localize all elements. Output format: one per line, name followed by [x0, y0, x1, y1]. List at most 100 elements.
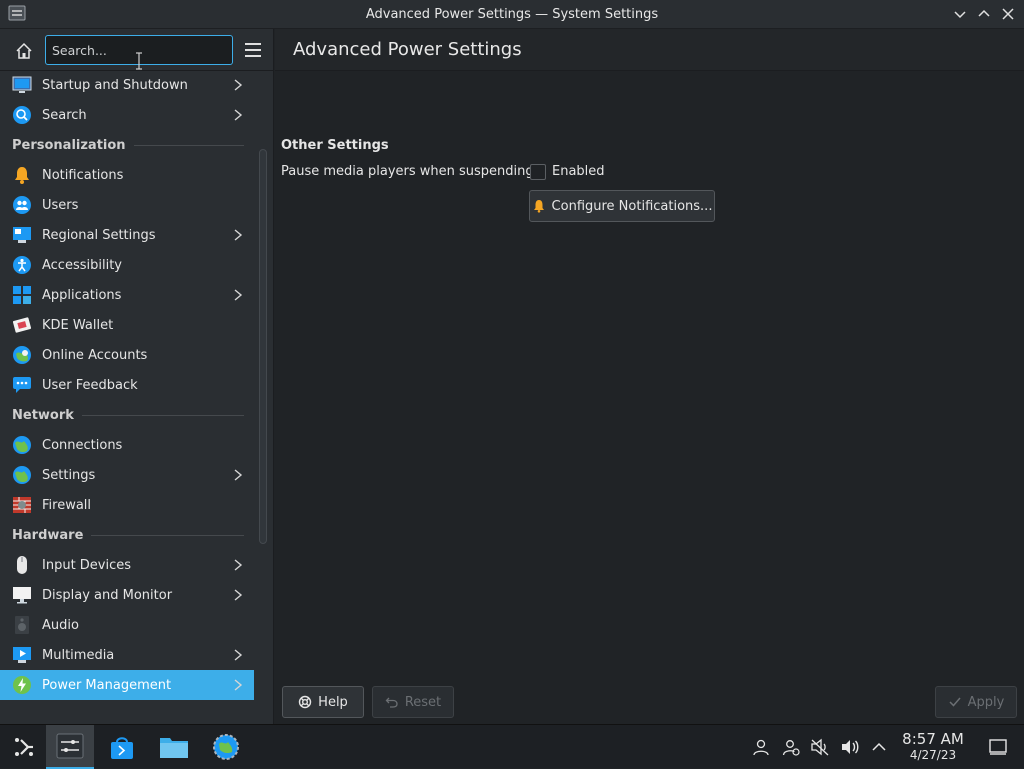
pause-media-label: Pause media players when suspending:	[281, 164, 539, 179]
sidebar-item-users[interactable]: Users	[0, 190, 254, 220]
sidebar-item-label: Notifications	[42, 167, 124, 183]
sidebar-item-label: Startup and Shutdown	[42, 77, 188, 93]
wallet-icon	[12, 315, 32, 335]
sidebar-item-label: Search	[42, 107, 87, 123]
sidebar-item-power-management[interactable]: Power Management	[0, 670, 254, 700]
power-icon	[12, 675, 32, 695]
folder-icon	[160, 738, 188, 758]
sidebar-item-input-devices[interactable]: Input Devices	[0, 550, 254, 580]
hamburger-line	[245, 55, 261, 57]
sidebar-item-accessibility[interactable]: Accessibility	[0, 250, 254, 280]
help-label: Help	[318, 694, 348, 710]
taskbar: 8:57 AM 4/27/23	[0, 724, 1024, 769]
sidebar-item-label: Users	[42, 197, 79, 213]
sidebar-item-label: Input Devices	[42, 557, 132, 573]
tray-expander[interactable]	[868, 725, 890, 769]
apply-button[interactable]: Apply	[935, 686, 1017, 718]
main-header: Advanced Power Settings	[275, 29, 1024, 71]
sidebar-item-user-feedback[interactable]: User Feedback	[0, 370, 254, 400]
bell-icon	[533, 200, 544, 213]
window-title: Advanced Power Settings — System Setting…	[365, 6, 659, 22]
sidebar-item-applications[interactable]: Applications	[0, 280, 254, 310]
sidebar-item-settings[interactable]: Settings	[0, 460, 254, 490]
sidebar-item-label: User Feedback	[42, 377, 138, 393]
configure-notifications-label: Configure Notifications...	[551, 198, 713, 214]
system-settings-icon	[8, 5, 26, 21]
home-icon	[16, 42, 32, 59]
taskbar-discover[interactable]	[98, 725, 146, 769]
section-divider	[134, 145, 244, 146]
tray-volume[interactable]	[838, 725, 862, 769]
title-bar: Advanced Power Settings — System Setting…	[0, 0, 1024, 29]
tray-accounts[interactable]	[780, 725, 802, 769]
sidebar-section-header: Hardware	[0, 520, 254, 550]
section-divider	[82, 415, 244, 416]
show-desktop-button[interactable]	[986, 725, 1010, 769]
sidebar-item-label: Regional Settings	[42, 227, 156, 243]
hamburger-menu-button[interactable]	[242, 39, 264, 61]
user-status-icon	[782, 740, 800, 756]
taskbar-system-settings[interactable]	[46, 725, 94, 769]
feedback-icon	[12, 375, 32, 395]
reset-label: Reset	[404, 694, 442, 710]
configure-notifications-button[interactable]: Configure Notifications...	[529, 190, 715, 222]
application-launcher-button[interactable]	[0, 725, 48, 769]
tray-audio-muted[interactable]	[808, 725, 832, 769]
sidebar: ShortcutsStartup and ShutdownSearchPerso…	[0, 29, 274, 724]
chevron-up-icon	[872, 742, 886, 751]
sidebar-item-label: Power Management	[42, 677, 172, 693]
regional-icon	[12, 225, 32, 245]
sidebar-scrollbar[interactable]	[259, 149, 267, 544]
taskbar-dolphin[interactable]	[150, 725, 198, 769]
help-button[interactable]: Help	[282, 686, 364, 718]
startup-icon	[12, 75, 32, 95]
sidebar-item-search[interactable]: Search	[0, 100, 254, 130]
sidebar-item-kde-wallet[interactable]: KDE Wallet	[0, 310, 254, 340]
enabled-label[interactable]: Enabled	[552, 164, 605, 179]
sidebar-item-label: Connections	[42, 437, 123, 453]
apply-label: Apply	[967, 694, 1005, 710]
sidebar-item-regional-settings[interactable]: Regional Settings	[0, 220, 254, 250]
reset-button[interactable]: Reset	[372, 686, 454, 718]
pause-media-checkbox[interactable]	[530, 164, 546, 180]
sidebar-item-connections[interactable]: Connections	[0, 430, 254, 460]
tray-user-switcher[interactable]	[750, 725, 772, 769]
close-button[interactable]	[998, 4, 1018, 24]
sidebar-item-firewall[interactable]: Firewall	[0, 490, 254, 520]
sidebar-section-header: Network	[0, 400, 254, 430]
sidebar-item-label: Firewall	[42, 497, 92, 513]
minimize-button[interactable]	[950, 4, 970, 24]
sidebar-section-title: Network	[12, 407, 74, 423]
undo-icon	[385, 697, 398, 708]
sidebar-item-label: KDE Wallet	[42, 317, 114, 333]
show-desktop-icon	[989, 739, 1007, 755]
steamdeck-launcher-icon	[15, 738, 33, 756]
sidebar-item-multimedia[interactable]: Multimedia	[0, 640, 254, 670]
page-title: Advanced Power Settings	[293, 39, 522, 60]
sidebar-item-label: Applications	[42, 287, 122, 303]
sidebar-section-title: Personalization	[12, 137, 126, 153]
accessibility-icon	[12, 255, 32, 275]
close-icon	[1002, 8, 1014, 20]
section-title: Other Settings	[281, 138, 389, 153]
search-icon	[12, 105, 32, 125]
user-icon	[753, 739, 769, 756]
section-divider	[91, 535, 244, 536]
digital-clock[interactable]: 8:57 AM 4/27/23	[898, 731, 968, 763]
home-button[interactable]	[12, 39, 36, 63]
sidebar-item-audio[interactable]: Audio	[0, 610, 254, 640]
sidebar-item-notifications[interactable]: Notifications	[0, 160, 254, 190]
globe-icon	[12, 435, 32, 455]
sidebar-section-header: Personalization	[0, 130, 254, 160]
chevron-down-icon	[954, 11, 966, 19]
globe-gear-icon	[213, 734, 239, 760]
text-cursor-icon	[136, 52, 142, 70]
maximize-button[interactable]	[974, 4, 994, 24]
taskbar-browser[interactable]	[202, 725, 250, 769]
mouse-icon	[12, 555, 32, 575]
sidebar-item-online-accounts[interactable]: Online Accounts	[0, 340, 254, 370]
main-panel: Advanced Power Settings Other Settings P…	[275, 29, 1024, 724]
users-icon	[12, 195, 32, 215]
sidebar-item-display-and-monitor[interactable]: Display and Monitor	[0, 580, 254, 610]
sidebar-item-startup-and-shutdown[interactable]: Startup and Shutdown	[0, 70, 254, 100]
